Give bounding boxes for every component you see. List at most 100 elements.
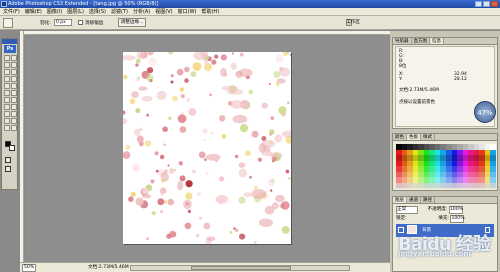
- flower-petal: [238, 168, 247, 178]
- document-size-info: 文档:2.73M/5.46M: [88, 265, 129, 270]
- flower-dot: [281, 226, 290, 234]
- antialias-checkbox[interactable]: [78, 20, 83, 25]
- menu-layer[interactable]: 图层(L): [67, 8, 84, 15]
- flower-dot: [168, 116, 172, 120]
- flower-petal: [206, 236, 216, 241]
- minimize-button[interactable]: [475, 1, 482, 7]
- tab-layers[interactable]: 图层: [393, 197, 407, 203]
- refine-edge-button[interactable]: 调整边缘...: [118, 18, 146, 27]
- flower-dot: [184, 222, 192, 230]
- crop-tool-icon[interactable]: [4, 69, 10, 75]
- path-select-tool-icon[interactable]: [4, 111, 10, 117]
- tab-navigator[interactable]: 导航器: [393, 38, 412, 44]
- info-y-label: Y:: [399, 77, 403, 82]
- flower-petal: [232, 115, 248, 124]
- flower-dot: [282, 52, 288, 56]
- flower-dot: [136, 135, 144, 143]
- flower-dot: [151, 211, 156, 216]
- shape-tool-icon[interactable]: [11, 111, 17, 117]
- brush-tool-icon[interactable]: [11, 76, 17, 82]
- stamp-tool-icon[interactable]: [4, 83, 10, 89]
- flower-petal: [251, 189, 267, 199]
- eyedropper-tool-icon[interactable]: [11, 118, 17, 124]
- tab-paths[interactable]: 路径: [421, 197, 435, 203]
- flower-dot: [238, 196, 246, 204]
- menu-view[interactable]: 视图(V): [155, 8, 172, 15]
- tools-panel: Ps: [1, 38, 18, 190]
- healing-brush-tool-icon[interactable]: [4, 76, 10, 82]
- flower-dot: [179, 175, 186, 182]
- zoom-tool-icon[interactable]: [11, 125, 17, 131]
- status-bar: 50% 文档:2.73M/5.46M: [20, 262, 390, 272]
- fill-field[interactable]: 100%: [450, 215, 465, 223]
- menu-image[interactable]: 图像(I): [47, 8, 62, 15]
- feather-input[interactable]: 0 px: [54, 19, 72, 26]
- workspace-menu[interactable]: 工作区: [346, 19, 360, 27]
- flower-dot: [176, 68, 184, 76]
- scrollbar-thumb[interactable]: [191, 266, 291, 270]
- tab-color[interactable]: 颜色: [393, 134, 407, 140]
- swatches-panel: 颜色 色板 样式: [392, 133, 498, 191]
- menu-select[interactable]: 选择(S): [89, 8, 106, 15]
- baidu-watermark-logo: Baidu 经验 jingyan.baidu.com: [398, 230, 491, 258]
- title-bar: Adobe Photoshop CS3 Extended - [tang.jpg…: [0, 0, 500, 8]
- history-brush-tool-icon[interactable]: [11, 83, 17, 89]
- flower-dot: [253, 240, 257, 244]
- maximize-button[interactable]: [483, 1, 490, 7]
- flower-dot: [268, 179, 275, 186]
- flower-dot: [248, 89, 253, 95]
- flower-dot: [287, 101, 290, 104]
- flower-dot: [195, 233, 200, 238]
- document-canvas[interactable]: [123, 52, 291, 244]
- move-tool-icon[interactable]: [4, 55, 10, 61]
- flower-dot: [221, 134, 227, 139]
- tab-info[interactable]: 信息: [430, 38, 444, 44]
- color-swatch[interactable]: [490, 182, 496, 188]
- flower-dot: [245, 150, 251, 156]
- flower-dot: [160, 209, 164, 214]
- flower-dot: [270, 116, 275, 120]
- tools-panel-header[interactable]: [2, 39, 17, 44]
- menu-window[interactable]: 窗口(W): [178, 8, 197, 15]
- tab-histogram[interactable]: 直方图: [412, 38, 430, 44]
- tab-channels[interactable]: 通道: [407, 197, 421, 203]
- pen-tool-icon[interactable]: [4, 104, 10, 110]
- dodge-tool-icon[interactable]: [11, 97, 17, 103]
- menu-file[interactable]: 文件(F): [3, 8, 20, 15]
- flower-petal: [131, 91, 139, 99]
- horizontal-scrollbar[interactable]: [130, 265, 350, 271]
- opacity-field[interactable]: 100%: [448, 206, 463, 214]
- notes-tool-icon[interactable]: [4, 118, 10, 124]
- flower-dot: [203, 139, 206, 141]
- marquee-tool-icon[interactable]: [3, 18, 13, 28]
- flower-dot: [146, 237, 149, 240]
- menu-help[interactable]: 帮助(H): [201, 8, 219, 15]
- background-color-swatch[interactable]: [9, 145, 15, 151]
- marquee-tool-icon[interactable]: [11, 55, 17, 61]
- tab-swatches[interactable]: 色板: [407, 134, 421, 140]
- hand-tool-icon[interactable]: [4, 125, 10, 131]
- blend-mode-select[interactable]: 正常: [396, 206, 418, 214]
- window-controls: [475, 1, 498, 7]
- blur-tool-icon[interactable]: [4, 97, 10, 103]
- menu-analysis[interactable]: 分析(A): [133, 8, 150, 15]
- flower-petal: [134, 128, 141, 137]
- gradient-tool-icon[interactable]: [11, 90, 17, 96]
- quick-mask-icon[interactable]: [5, 157, 11, 163]
- magic-wand-tool-icon[interactable]: [11, 62, 17, 68]
- lasso-tool-icon[interactable]: [4, 62, 10, 68]
- flower-dot: [167, 198, 175, 206]
- flower-petal: [138, 86, 148, 91]
- zoom-level-field[interactable]: 50%: [22, 264, 36, 272]
- menu-edit[interactable]: 编辑(E): [25, 8, 42, 15]
- screen-mode-icon[interactable]: [5, 166, 11, 172]
- tab-styles[interactable]: 样式: [421, 134, 435, 140]
- flower-dot: [168, 168, 175, 174]
- close-button[interactable]: [491, 1, 498, 7]
- info-bit-label: 8位: [399, 64, 407, 69]
- menu-filter[interactable]: 滤镜(T): [111, 8, 128, 15]
- type-tool-icon[interactable]: [11, 104, 17, 110]
- eraser-tool-icon[interactable]: [4, 90, 10, 96]
- slice-tool-icon[interactable]: [11, 69, 17, 75]
- flower-dot: [199, 216, 202, 220]
